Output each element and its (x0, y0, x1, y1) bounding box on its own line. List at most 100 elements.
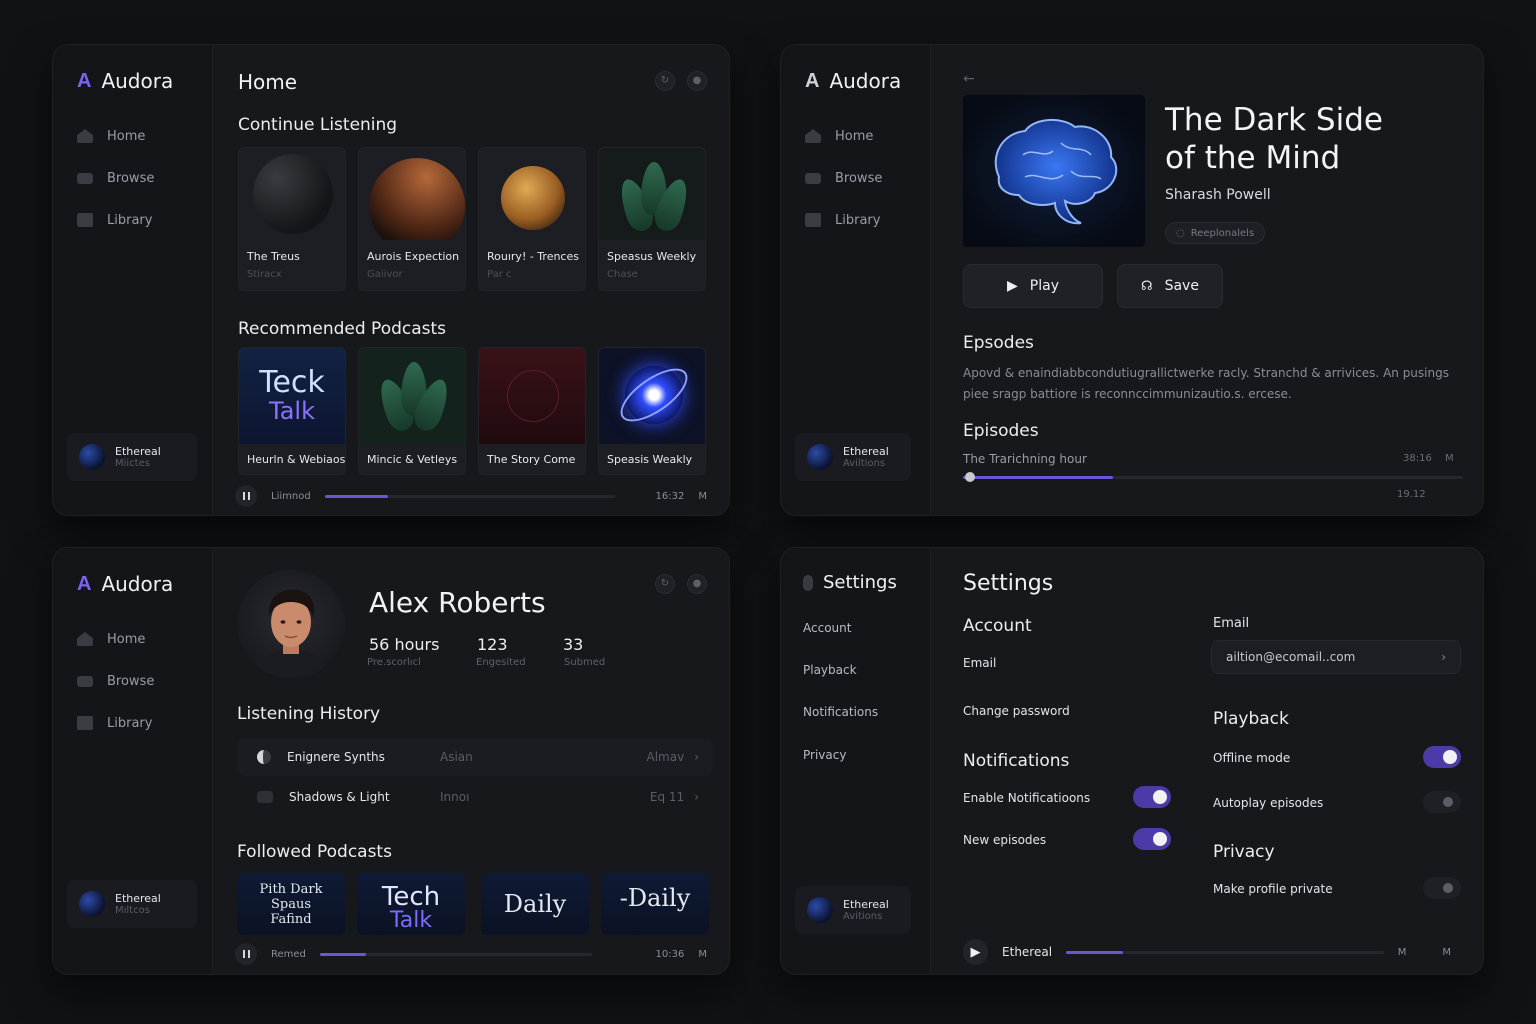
chevron-right-icon[interactable]: › (694, 790, 699, 804)
mini-player[interactable]: Ethereal Avitions (795, 886, 911, 934)
sidebar-item-label: Home (835, 128, 874, 144)
sidebar-item-label: Library (107, 212, 153, 228)
episode-title[interactable]: The Trarichning hour (963, 452, 1087, 466)
episode-elapsed: 19.12 (1397, 489, 1426, 500)
app-logo[interactable]: A Audora (77, 69, 173, 93)
cover-art: Teck Talk (239, 348, 345, 444)
home-panel: A Audora Home Browse Library Ethereal Mi… (52, 44, 730, 516)
end-label: M (1397, 946, 1407, 958)
history-title: Enignere Synths (287, 750, 385, 764)
app-name: Audora (829, 69, 902, 93)
mini-player[interactable]: Ethereal Mıltcos (67, 880, 197, 928)
episode-progress-bar[interactable] (963, 476, 1463, 479)
cover-art (359, 348, 465, 444)
stat-label: Pre.scorlıcl (367, 657, 421, 668)
email-field[interactable]: ailtion@ecomail..com › (1211, 640, 1461, 674)
pause-button[interactable] (235, 943, 257, 965)
category-chip[interactable]: ◌ Reeplonalels (1165, 222, 1266, 244)
section-title-history: Listening History (237, 704, 381, 724)
play-button[interactable]: ▶ (963, 939, 989, 965)
play-icon: ▶ (1007, 278, 1018, 294)
settings-nav-privacy[interactable]: Privacy (803, 748, 846, 762)
cover-art-text: Talk (269, 397, 315, 425)
sidebar-item-library[interactable]: Library (77, 199, 154, 241)
offline-mode-toggle[interactable] (1423, 746, 1461, 768)
refresh-icon[interactable]: ↻ (655, 574, 675, 594)
section-title-notifications: Notifications (963, 751, 1070, 771)
podcast-card[interactable]: Rouıry! - Trences Par c (478, 147, 586, 291)
progress-handle[interactable] (965, 472, 975, 482)
stat-value: 56 hours (369, 635, 440, 654)
sidebar-item-home[interactable]: Home (77, 618, 154, 660)
section-title-playback: Playback (1213, 709, 1289, 729)
sidebar: A Audora Home Browse Library Ethereal Mı… (53, 548, 213, 974)
email-setting[interactable]: Email (963, 656, 996, 670)
app-logo[interactable]: A Audora (77, 572, 173, 596)
home-icon (805, 129, 821, 143)
sidebar-item-label: Browse (107, 170, 155, 186)
sidebar-item-label: Home (107, 128, 146, 144)
history-genre: Asian (440, 750, 473, 764)
chevron-right-icon[interactable]: › (694, 750, 699, 764)
history-row[interactable]: Shadows & Light Innoı Eq 11 › (237, 778, 713, 816)
profile-icon[interactable]: ● (687, 71, 707, 91)
podcast-card[interactable]: Teck Talk Heurln & Webiaos (238, 347, 346, 475)
sidebar-item-browse[interactable]: Browse (805, 157, 882, 199)
end-label: M (698, 490, 707, 502)
sidebar-title: Settings (823, 572, 897, 593)
podcast-card[interactable]: Speasis Weakly (598, 347, 706, 475)
progress-bar[interactable] (324, 494, 615, 498)
podcast-card[interactable]: Speasus Weekly Chase (598, 147, 706, 291)
tag-icon: ◌ (1176, 227, 1185, 239)
followed-podcast-card[interactable]: Tech Talk (357, 873, 465, 935)
cover-art-text: Tech Talk (382, 875, 440, 933)
make-profile-private-toggle[interactable] (1423, 877, 1461, 899)
change-password-link[interactable]: Change password (963, 704, 1070, 718)
history-row[interactable]: Enignere Synths Asian Almav › (237, 738, 713, 776)
progress-bar[interactable] (319, 952, 592, 956)
history-meta: Almav (646, 750, 685, 764)
back-arrow-icon[interactable]: ← (963, 71, 975, 87)
sidebar-item-home[interactable]: Home (805, 115, 882, 157)
progress-fill (1066, 950, 1124, 954)
mini-player[interactable]: Ethereal Miictes (67, 433, 197, 481)
settings-nav-account[interactable]: Account (803, 621, 851, 635)
save-button[interactable]: ☊ Save (1117, 264, 1223, 308)
refresh-icon[interactable]: ↻ (655, 71, 675, 91)
sidebar-item-browse[interactable]: Browse (77, 157, 154, 199)
play-button[interactable]: ▶ Play (963, 264, 1103, 308)
setting-label: New episodes (963, 833, 1047, 847)
progress-bar[interactable] (1066, 950, 1384, 954)
podcast-card[interactable]: The Story Come (478, 347, 586, 475)
podcast-card[interactable]: The Treus Stiracx (238, 147, 346, 291)
new-episodes-toggle[interactable] (1133, 828, 1171, 850)
sidebar-item-library[interactable]: Library (805, 199, 882, 241)
browse-icon (77, 675, 93, 687)
podcast-description: Apovd & enaindiabbcondutiugrallictwerke … (963, 363, 1463, 405)
cover-art-text-line: Spaus (270, 896, 312, 912)
autoplay-toggle[interactable] (1423, 791, 1461, 813)
play-button-label: Play (1029, 278, 1059, 294)
cover-art (599, 148, 705, 240)
settings-nav-notifications[interactable]: Notifications (803, 705, 878, 719)
enable-notifications-toggle[interactable] (1133, 786, 1171, 808)
pause-button[interactable] (235, 485, 257, 507)
app-logo[interactable]: A Audora (805, 69, 901, 93)
podcast-card[interactable]: Mincic & Vetleys (358, 347, 466, 475)
followed-podcast-card[interactable]: Pith Dark Spaus Fafind (237, 873, 345, 935)
sidebar-item-library[interactable]: Library (77, 702, 154, 744)
card-title: The Story Come (487, 453, 576, 466)
sidebar-item-home[interactable]: Home (77, 115, 154, 157)
podcast-card[interactable]: Aurois Expection Gaiivor (358, 147, 466, 291)
profile-icon[interactable]: ● (687, 574, 707, 594)
settings-nav-playback[interactable]: Playback (803, 663, 857, 677)
podcast-title-line: of the Mind (1165, 140, 1341, 176)
section-title-account: Account (963, 616, 1032, 636)
followed-podcast-card[interactable]: -Daily (601, 873, 709, 935)
history-title: Shadows & Light (289, 790, 390, 804)
followed-podcast-card[interactable]: Daily (481, 873, 589, 935)
cover-art-text: Daily (503, 890, 567, 918)
mini-player[interactable]: Ethereal Aviltions (795, 433, 911, 481)
sidebar-item-browse[interactable]: Browse (77, 660, 154, 702)
cover-art (599, 348, 705, 444)
